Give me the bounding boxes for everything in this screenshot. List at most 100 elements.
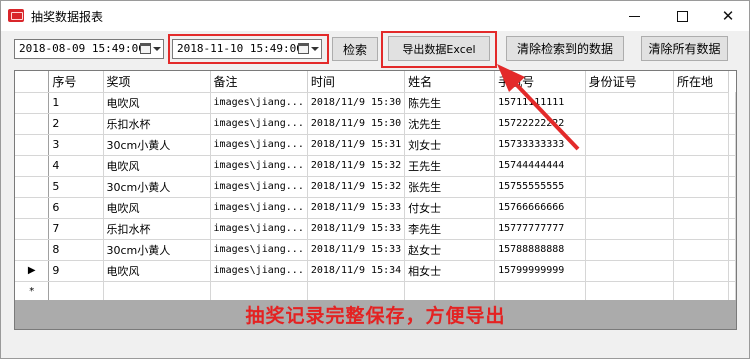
cell-phone[interactable]: 15788888888 (494, 239, 586, 261)
row-header[interactable] (15, 176, 50, 198)
cell-phone[interactable]: 15744444444 (494, 155, 586, 177)
cell-location[interactable] (673, 218, 730, 240)
cell-phone[interactable]: 15711111111 (494, 92, 586, 114)
cell-name[interactable]: 相女士 (404, 260, 496, 282)
cell-location[interactable] (673, 239, 730, 261)
cell-note[interactable]: images\jiang... (210, 197, 308, 219)
cell-id[interactable] (585, 239, 674, 261)
cell-id[interactable] (585, 218, 674, 240)
cell-time[interactable]: 2018/11/9 15:33 (307, 239, 406, 261)
table-row[interactable]: 5 30cm小黄人 images\jiang... 2018/11/9 15:32 张先… (15, 176, 736, 198)
cell-prize[interactable]: 电吹风 (103, 92, 211, 114)
cell-note[interactable]: images\jiang... (210, 218, 308, 240)
cell-note[interactable]: images\jiang... (210, 92, 308, 114)
cell-time[interactable]: 2018/11/9 15:31 (307, 134, 406, 156)
cell-prize[interactable]: 乐扣水杯 (103, 218, 211, 240)
new-row-cell[interactable] (103, 281, 211, 303)
row-header[interactable]: ▶ (15, 260, 50, 282)
table-row[interactable]: 4 电吹风 images\jiang... 2018/11/9 15:32 王先生 157… (15, 155, 736, 177)
new-row-cell[interactable] (210, 281, 308, 303)
cell-note[interactable]: images\jiang... (210, 176, 308, 198)
cell-location[interactable] (673, 155, 730, 177)
column-header-phone[interactable]: 手机号 (494, 71, 586, 93)
cell-phone[interactable]: 15733333333 (494, 134, 586, 156)
cell-phone[interactable]: 15755555555 (494, 176, 586, 198)
cell-note[interactable]: images\jiang... (210, 260, 308, 282)
cell-prize[interactable]: 电吹风 (103, 155, 211, 177)
cell-id[interactable] (585, 134, 674, 156)
cell-name[interactable]: 付女士 (404, 197, 496, 219)
cell-phone[interactable]: 15722222222 (494, 113, 586, 135)
cell-location[interactable] (673, 113, 730, 135)
table-row[interactable]: 2 乐扣水杯 images\jiang... 2018/11/9 15:30 沈先生 15… (15, 113, 736, 135)
column-header-no[interactable]: 序号 (48, 71, 104, 93)
new-row-cell[interactable] (494, 281, 586, 303)
cell-note[interactable]: images\jiang... (210, 134, 308, 156)
cell-note[interactable]: images\jiang... (210, 155, 308, 177)
new-row-cell[interactable] (48, 281, 104, 303)
cell-location[interactable] (673, 176, 730, 198)
cell-note[interactable]: images\jiang... (210, 113, 308, 135)
new-row-cell[interactable] (585, 281, 674, 303)
clear-all-button[interactable]: 清除所有数据 (641, 36, 728, 61)
cell-location[interactable] (673, 134, 730, 156)
table-row[interactable]: 8 30cm小黄人 images\jiang... 2018/11/9 15:33 赵女… (15, 239, 736, 261)
cell-time[interactable]: 2018/11/9 15:34 (307, 260, 406, 282)
column-header-id[interactable]: 身份证号 (585, 71, 674, 93)
cell-name[interactable]: 刘女士 (404, 134, 496, 156)
row-header[interactable] (15, 92, 50, 114)
cell-time[interactable]: 2018/11/9 15:32 (307, 155, 406, 177)
row-header[interactable] (15, 197, 50, 219)
table-row[interactable]: 7 乐扣水杯 images\jiang... 2018/11/9 15:33 李先生 15… (15, 218, 736, 240)
cell-no[interactable]: 2 (48, 113, 104, 135)
cell-location[interactable] (673, 92, 730, 114)
search-button[interactable]: 检索 (332, 37, 378, 61)
column-header-location[interactable]: 所在地 (673, 71, 730, 93)
cell-no[interactable]: 3 (48, 134, 104, 156)
new-row[interactable]: * (15, 281, 736, 303)
cell-time[interactable]: 2018/11/9 15:33 (307, 218, 406, 240)
cell-phone[interactable]: 15766666666 (494, 197, 586, 219)
new-row-marker[interactable]: * (15, 281, 50, 303)
cell-no[interactable]: 6 (48, 197, 104, 219)
cell-id[interactable] (585, 260, 674, 282)
column-header-prize[interactable]: 奖项 (103, 71, 211, 93)
cell-no[interactable]: 4 (48, 155, 104, 177)
new-row-cell[interactable] (307, 281, 406, 303)
row-header[interactable] (15, 155, 50, 177)
cell-no[interactable]: 9 (48, 260, 104, 282)
cell-no[interactable]: 1 (48, 92, 104, 114)
cell-note[interactable]: images\jiang... (210, 239, 308, 261)
row-header[interactable] (15, 113, 50, 135)
column-header-name[interactable]: 姓名 (404, 71, 496, 93)
cell-time[interactable]: 2018/11/9 15:32 (307, 176, 406, 198)
cell-prize[interactable]: 电吹风 (103, 197, 211, 219)
cell-no[interactable]: 5 (48, 176, 104, 198)
cell-time[interactable]: 2018/11/9 15:30 (307, 113, 406, 135)
table-row[interactable]: 1 电吹风 images\jiang... 2018/11/9 15:30 陈先生 157… (15, 92, 736, 114)
row-header[interactable] (15, 239, 50, 261)
table-row[interactable]: ▶ 9 电吹风 images\jiang... 2018/11/9 15:34 相女士 15… (15, 260, 736, 282)
column-header-time[interactable]: 时间 (307, 71, 406, 93)
cell-time[interactable]: 2018/11/9 15:33 (307, 197, 406, 219)
cell-prize[interactable]: 30cm小黄人 (103, 239, 211, 261)
cell-id[interactable] (585, 176, 674, 198)
cell-id[interactable] (585, 113, 674, 135)
minimize-button[interactable] (611, 1, 657, 31)
cell-name[interactable]: 陈先生 (404, 92, 496, 114)
cell-name[interactable]: 赵女士 (404, 239, 496, 261)
table-row[interactable]: 3 30cm小黄人 images\jiang... 2018/11/9 15:31 刘女… (15, 134, 736, 156)
row-header[interactable] (15, 134, 50, 156)
cell-no[interactable]: 7 (48, 218, 104, 240)
cell-phone[interactable]: 15799999999 (494, 260, 586, 282)
new-row-cell[interactable] (728, 281, 736, 303)
data-grid[interactable]: 序号 奖项 备注 时间 姓名 手机号 身份证号 所在地 1 电吹风 images\j… (14, 70, 737, 330)
cell-id[interactable] (585, 197, 674, 219)
cell-name[interactable]: 李先生 (404, 218, 496, 240)
table-row[interactable]: 6 电吹风 images\jiang... 2018/11/9 15:33 付女士 157… (15, 197, 736, 219)
cell-no[interactable]: 8 (48, 239, 104, 261)
close-button[interactable]: ✕ (705, 1, 750, 31)
cell-location[interactable] (673, 260, 730, 282)
cell-prize[interactable]: 乐扣水杯 (103, 113, 211, 135)
cell-id[interactable] (585, 92, 674, 114)
